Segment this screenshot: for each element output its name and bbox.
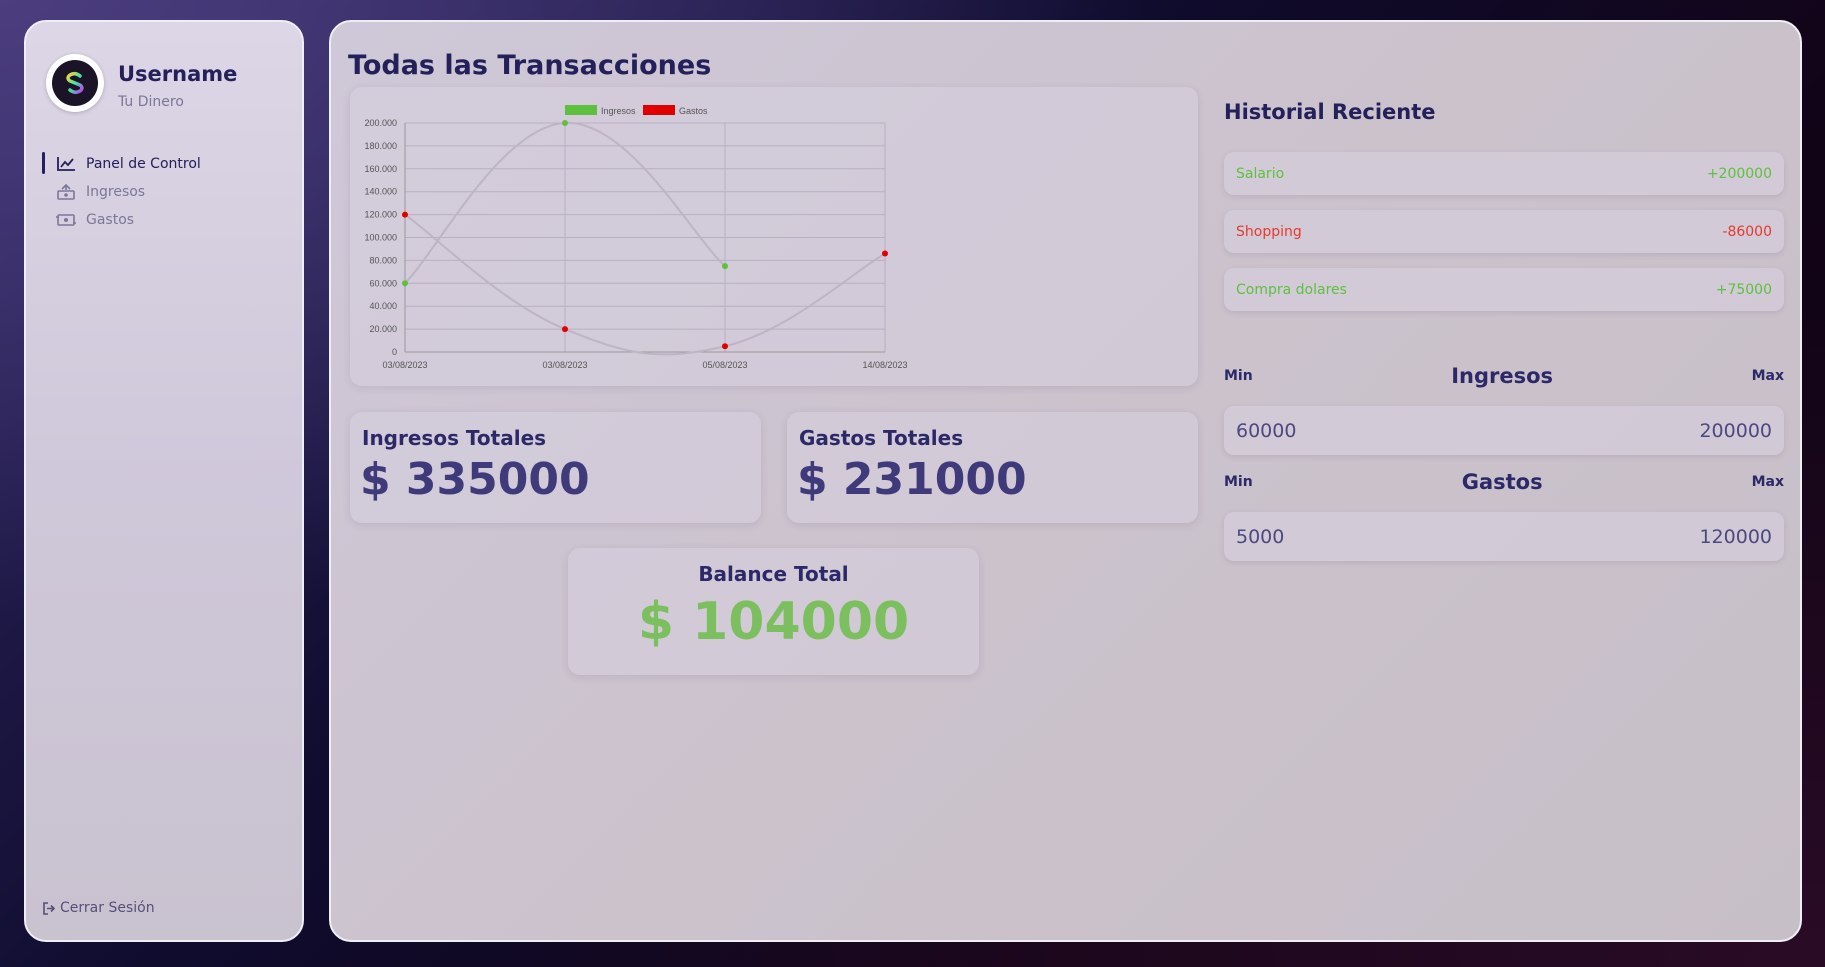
income-range-box: 60000 200000 xyxy=(1224,406,1784,455)
y-tick-label: 20.000 xyxy=(369,324,397,334)
expense-range-box: 5000 120000 xyxy=(1224,512,1784,561)
transactions-chart-card: 0 20.000 40.000 60.000 80.000 100.000 120.000 1… xyxy=(350,87,1198,386)
data-point-gastos xyxy=(882,250,888,257)
y-tick-label: 80.000 xyxy=(369,255,397,265)
data-point-ingresos xyxy=(722,263,728,270)
sidebar: Username Tu Dinero Panel de Control Ingr… xyxy=(24,20,304,942)
legend-label-ingresos: Ingresos xyxy=(601,106,636,116)
income-min-label: Min xyxy=(1224,368,1253,384)
expense-range-header: Min Gastos Max xyxy=(1224,470,1784,494)
income-range-header: Min Ingresos Max xyxy=(1224,364,1784,388)
legend-swatch-gastos xyxy=(643,105,675,115)
income-total-value: $ 335000 xyxy=(360,454,590,505)
y-tick-label: 120.000 xyxy=(364,210,397,220)
balance-total-label: Balance Total xyxy=(698,562,849,586)
line-chart-icon xyxy=(57,157,75,171)
username: Username xyxy=(118,62,238,86)
history-item-amount: -86000 xyxy=(1722,223,1772,240)
logout-label: Cerrar Sesión xyxy=(60,900,155,916)
sidebar-item-ingresos[interactable]: Ingresos xyxy=(42,178,282,206)
history-item-name: Compra dolares xyxy=(1236,281,1347,298)
expense-total-card: Gastos Totales $ 231000 xyxy=(787,412,1198,523)
avatar xyxy=(46,54,104,112)
income-range-title: Ingresos xyxy=(1451,364,1554,388)
y-tick-label: 60.000 xyxy=(369,278,397,288)
logout-button[interactable]: Cerrar Sesión xyxy=(42,900,155,916)
sign-out-icon xyxy=(43,901,56,915)
y-tick-label: 180.000 xyxy=(364,141,397,151)
money-out-icon xyxy=(56,214,76,226)
legend-swatch-ingresos xyxy=(565,105,597,115)
transactions-chart: 0 20.000 40.000 60.000 80.000 100.000 120.000 1… xyxy=(364,105,908,370)
data-point-gastos xyxy=(722,343,728,350)
y-tick-label: 200.000 xyxy=(364,118,397,128)
data-point-ingresos xyxy=(562,120,568,126)
expense-total-value: $ 231000 xyxy=(797,454,1027,505)
sidebar-item-label: Gastos xyxy=(86,212,135,228)
series-line-gastos xyxy=(404,213,886,356)
dollar-logo-icon xyxy=(66,67,84,99)
income-total-card: Ingresos Totales $ 335000 xyxy=(350,412,761,523)
y-tick-label: 0 xyxy=(392,347,397,357)
sidebar-item-panel-de-control[interactable]: Panel de Control xyxy=(42,150,282,178)
history-item-name: Shopping xyxy=(1236,223,1302,240)
x-tick-label: 03/08/2023 xyxy=(382,360,427,370)
data-point-gastos xyxy=(562,326,568,333)
sidebar-item-label: Ingresos xyxy=(86,184,146,200)
sidebar-nav: Panel de Control Ingresos Gastos xyxy=(42,150,282,234)
history-item-amount: +75000 xyxy=(1715,281,1772,298)
income-max-label: Max xyxy=(1751,368,1784,384)
data-point-ingresos xyxy=(402,280,408,287)
income-total-label: Ingresos Totales xyxy=(362,426,547,450)
x-tick-label: 14/08/2023 xyxy=(862,360,907,370)
x-tick-label: 05/08/2023 xyxy=(702,360,747,370)
y-tick-label: 40.000 xyxy=(369,301,397,311)
y-tick-label: 160.000 xyxy=(364,164,397,174)
sidebar-item-gastos[interactable]: Gastos xyxy=(42,206,282,234)
expense-range-title: Gastos xyxy=(1461,470,1543,494)
x-tick-label: 03/08/2023 xyxy=(542,360,587,370)
expense-min-label: Min xyxy=(1224,474,1253,490)
money-in-icon xyxy=(57,184,75,200)
page-title: Todas las Transacciones xyxy=(348,50,712,81)
history-item-name: Salario xyxy=(1236,165,1285,182)
sidebar-item-label: Panel de Control xyxy=(86,156,201,172)
balance-total-value: $ 104000 xyxy=(637,592,910,652)
y-tick-label: 140.000 xyxy=(364,187,397,197)
balance-total-card: Balance Total $ 104000 xyxy=(568,548,979,675)
main-panel: Todas las Transacciones 0 20.000 40.000 60.… xyxy=(329,20,1802,942)
income-max-value: 200000 xyxy=(1699,419,1772,442)
history-item[interactable]: Shopping -86000 xyxy=(1224,210,1784,253)
recent-history-title: Historial Reciente xyxy=(1224,100,1436,124)
expense-max-value: 120000 xyxy=(1699,525,1772,548)
history-item[interactable]: Compra dolares +75000 xyxy=(1224,268,1784,311)
history-item[interactable]: Salario +200000 xyxy=(1224,152,1784,195)
expense-max-label: Max xyxy=(1751,474,1784,490)
data-point-gastos xyxy=(402,211,408,218)
history-item-amount: +200000 xyxy=(1706,165,1772,182)
income-min-value: 60000 xyxy=(1236,419,1297,442)
legend-label-gastos: Gastos xyxy=(679,106,708,116)
expense-total-label: Gastos Totales xyxy=(799,426,964,450)
tagline: Tu Dinero xyxy=(118,94,184,110)
expense-min-value: 5000 xyxy=(1236,525,1285,548)
y-tick-label: 100.000 xyxy=(364,233,397,243)
